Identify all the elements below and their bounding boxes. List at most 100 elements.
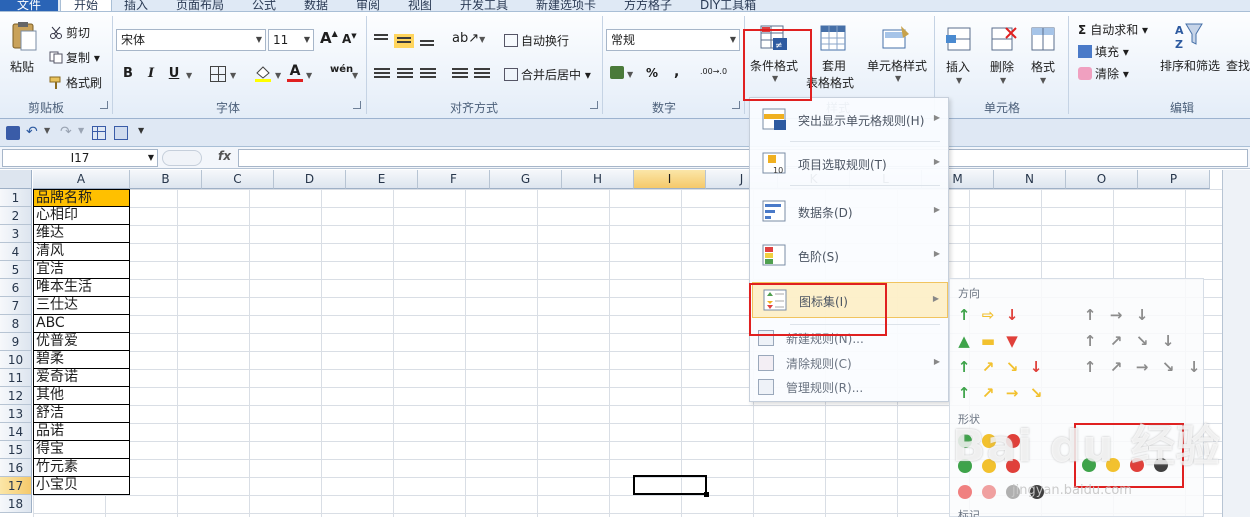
table-row[interactable]: 小宝贝 (33, 477, 130, 495)
format-button[interactable]: 格式 (1031, 58, 1055, 75)
font-launcher-icon[interactable] (353, 101, 361, 109)
increase-indent-icon[interactable] (474, 68, 490, 80)
arrow-right-icon[interactable]: → (1134, 359, 1150, 375)
copy-button[interactable]: 复制 ▾ (49, 49, 100, 66)
table-row[interactable]: 维达 (33, 225, 130, 243)
arrow-up-right-icon[interactable]: ↗ (980, 359, 996, 375)
chevron-down-icon[interactable]: ▼ (352, 71, 358, 80)
arrow-down-icon[interactable]: ↓ (1028, 359, 1044, 375)
row-header-1[interactable]: 1 (0, 189, 32, 207)
row-header-16[interactable]: 16 (0, 459, 32, 477)
table-row[interactable]: 其他 (33, 387, 130, 405)
format-painter-button[interactable]: 格式刷 (49, 74, 102, 91)
table-row[interactable]: 清风 (33, 243, 130, 261)
tab-home[interactable]: 开始 (60, 0, 112, 11)
column-header-g[interactable]: G (490, 170, 562, 189)
column-header-i[interactable]: I (634, 170, 706, 189)
row-header-7[interactable]: 7 (0, 297, 32, 315)
format-as-table-line1[interactable]: 套用 (822, 57, 846, 74)
format-as-table-button[interactable]: 表格格式 (806, 74, 854, 91)
menu-item-color-scales[interactable]: 色阶(S) ▶ (752, 238, 948, 274)
column-header-e[interactable]: E (346, 170, 418, 189)
fill-color-icon[interactable] (254, 64, 272, 82)
chevron-down-icon[interactable]: ▼ (186, 71, 192, 80)
row-header-3[interactable]: 3 (0, 225, 32, 243)
arrow-up-icon[interactable]: ↑ (1082, 333, 1098, 349)
column-header-f[interactable]: F (418, 170, 490, 189)
chevron-down-icon[interactable]: ▼ (230, 71, 236, 80)
column-header-o[interactable]: O (1066, 170, 1138, 189)
decrease-indent-icon[interactable] (452, 68, 468, 80)
active-cell-i17[interactable] (633, 475, 709, 497)
save-icon[interactable] (6, 126, 20, 140)
align-middle-icon[interactable] (394, 34, 414, 48)
row-header-18[interactable]: 18 (0, 495, 32, 513)
number-format-select[interactable]: 常规 ▼ (606, 29, 740, 51)
insert-function-button[interactable]: fx (218, 149, 231, 163)
increase-decimal-button[interactable]: .00→.0 (700, 67, 727, 76)
row-header-8[interactable]: 8 (0, 315, 32, 333)
alignment-launcher-icon[interactable] (590, 101, 598, 109)
column-header-c[interactable]: C (202, 170, 274, 189)
arrow-down-icon[interactable]: ↓ (1160, 333, 1176, 349)
arrow-right-icon[interactable]: → (1108, 307, 1124, 323)
column-header-h[interactable]: H (562, 170, 634, 189)
row-header-10[interactable]: 10 (0, 351, 32, 369)
arrow-right-icon[interactable]: ⇨ (980, 307, 996, 323)
arrow-up-icon[interactable]: ↑ (1082, 359, 1098, 375)
align-bottom-icon[interactable] (420, 40, 434, 48)
row-header-12[interactable]: 12 (0, 387, 32, 405)
chevron-down-icon[interactable]: ▼ (78, 126, 92, 140)
table-row[interactable]: 碧柔 (33, 351, 130, 369)
align-right-icon[interactable] (420, 68, 436, 80)
orientation-button[interactable]: ab↗▼ (452, 31, 485, 46)
row-header-17[interactable]: 17 (0, 477, 32, 495)
triangle-down-icon[interactable]: ▼ (1004, 333, 1020, 349)
name-box[interactable]: I17 ▼ (2, 149, 158, 167)
merge-center-button[interactable]: 合并后居中 ▾ (504, 66, 591, 83)
autosum-button[interactable]: Σ 自动求和 ▾ (1078, 21, 1148, 38)
arrow-up-icon[interactable]: ↑ (956, 385, 972, 401)
arrow-down-right-icon[interactable]: ↘ (1160, 359, 1176, 375)
paste-button[interactable]: 粘贴 (10, 58, 34, 75)
formula-input[interactable] (238, 149, 1248, 167)
font-size-select[interactable]: 11 ▼ (268, 29, 314, 51)
arrow-up-icon[interactable]: ↑ (1082, 307, 1098, 323)
chevron-down-icon[interactable]: ▼ (44, 126, 58, 140)
row-header-15[interactable]: 15 (0, 441, 32, 459)
italic-button[interactable]: I (141, 64, 161, 84)
table-row[interactable]: 品诺 (33, 423, 130, 441)
row-header-11[interactable]: 11 (0, 369, 32, 387)
table-row[interactable]: 舒洁 (33, 405, 130, 423)
percent-button[interactable]: % (646, 66, 658, 80)
arrow-down-icon[interactable]: ↓ (1134, 307, 1150, 323)
arrow-down-icon[interactable]: ↓ (1186, 359, 1202, 375)
arrow-up-right-icon[interactable]: ↗ (980, 385, 996, 401)
row-header-9[interactable]: 9 (0, 333, 32, 351)
arrow-down-right-icon[interactable]: ↘ (1028, 385, 1044, 401)
borders-icon[interactable] (210, 66, 226, 82)
column-header-b[interactable]: B (130, 170, 202, 189)
red-circle-icon[interactable] (958, 485, 972, 499)
row-header-2[interactable]: 2 (0, 207, 32, 225)
table-icon[interactable] (92, 126, 106, 140)
accounting-format-button[interactable]: ▼ (610, 66, 633, 80)
arrow-up-right-icon[interactable]: ↗ (1108, 359, 1124, 375)
font-color-icon[interactable]: A (287, 64, 303, 82)
tab-data[interactable]: 数据 (304, 0, 328, 11)
table-row[interactable]: 三仕达 (33, 297, 130, 315)
row-header-5[interactable]: 5 (0, 261, 32, 279)
chevron-down-icon[interactable]: ▼ (306, 71, 312, 80)
comma-button[interactable]: , (674, 64, 679, 80)
form-icon[interactable] (114, 126, 128, 140)
table-row[interactable]: 唯本生活 (33, 279, 130, 297)
tab-diy[interactable]: DIY工具箱 (700, 0, 756, 11)
find-button[interactable]: 查找 (1226, 57, 1250, 74)
row-header-6[interactable]: 6 (0, 279, 32, 297)
tab-new[interactable]: 新建选项卡 (536, 0, 596, 11)
triangle-up-icon[interactable]: ▲ (956, 333, 972, 349)
fill-button[interactable]: 填充 ▾ (1078, 43, 1129, 60)
row-header-4[interactable]: 4 (0, 243, 32, 261)
table-row[interactable]: 得宝 (33, 441, 130, 459)
font-name-select[interactable]: 宋体 ▼ (116, 29, 266, 51)
